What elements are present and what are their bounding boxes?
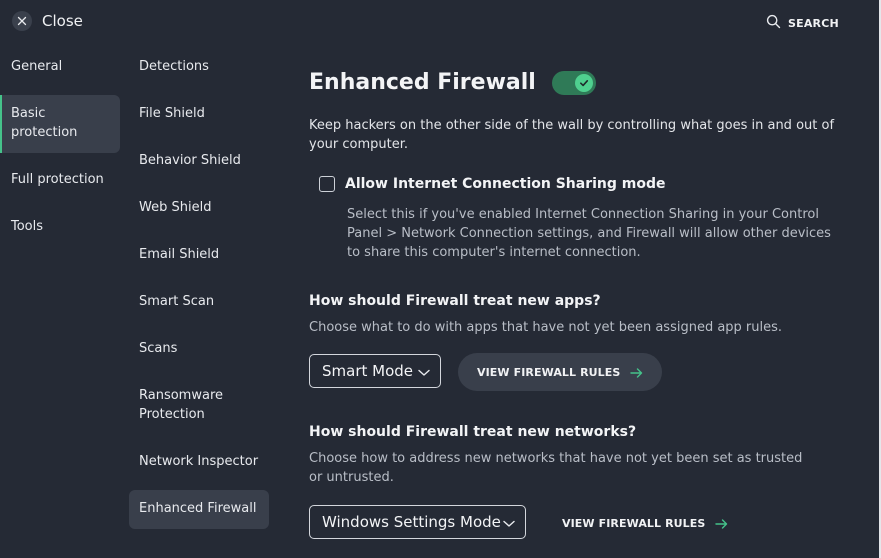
subnav-item-behavior-shield[interactable]: Behavior Shield bbox=[129, 151, 269, 170]
subnav-item-file-shield[interactable]: File Shield bbox=[129, 104, 269, 123]
subnav-item-label: Ransomware Protection bbox=[139, 388, 223, 422]
nav-item-basic-protection[interactable]: Basic protection bbox=[0, 95, 120, 153]
subnav-item-ransomware-protection[interactable]: Ransomware Protection bbox=[129, 386, 269, 424]
arrow-right-icon bbox=[715, 514, 728, 533]
close-icon bbox=[12, 11, 32, 31]
subnav-item-web-shield[interactable]: Web Shield bbox=[129, 198, 269, 217]
view-firewall-rules-link[interactable]: VIEW FIREWALL RULES bbox=[562, 513, 728, 533]
networks-section-title: How should Firewall treat new networks? bbox=[309, 424, 637, 440]
subnav-item-label: Scans bbox=[139, 341, 178, 356]
close-button[interactable]: Close bbox=[12, 11, 83, 31]
chevron-down-icon bbox=[503, 513, 515, 532]
subnav-item-email-shield[interactable]: Email Shield bbox=[129, 245, 269, 264]
apps-section-title: How should Firewall treat new apps? bbox=[309, 293, 601, 309]
networks-mode-select[interactable]: Windows Settings Mode bbox=[309, 505, 526, 539]
chevron-down-icon bbox=[418, 362, 430, 381]
nav-item-label: Tools bbox=[11, 219, 44, 234]
view-firewall-rules-label: VIEW FIREWALL RULES bbox=[477, 365, 621, 379]
page-title: Enhanced Firewall bbox=[309, 70, 536, 95]
ics-label: Allow Internet Connection Sharing mode bbox=[345, 176, 666, 192]
subnav-item-smart-scan[interactable]: Smart Scan bbox=[129, 292, 269, 311]
subnav-item-label: Web Shield bbox=[139, 200, 212, 215]
settings-window: Close SEARCH General Basic protection Fu… bbox=[0, 0, 881, 558]
subnav-item-label: File Shield bbox=[139, 106, 205, 121]
networks-mode-value: Windows Settings Mode bbox=[322, 513, 501, 531]
apps-mode-select[interactable]: Smart Mode bbox=[309, 354, 441, 388]
search-label: SEARCH bbox=[788, 17, 839, 30]
nav-item-label: General bbox=[11, 59, 63, 74]
nav-item-general[interactable]: General bbox=[0, 57, 120, 79]
nav-item-label: Basic protection bbox=[11, 106, 78, 140]
arrow-right-icon bbox=[630, 363, 643, 382]
apps-section-description: Choose what to do with apps that have no… bbox=[309, 320, 783, 335]
search-icon bbox=[766, 14, 781, 33]
checkmark-icon bbox=[574, 73, 593, 92]
subnav-item-label: Email Shield bbox=[139, 247, 220, 262]
subnav-item-network-inspector[interactable]: Network Inspector bbox=[129, 452, 269, 471]
view-firewall-rules-button[interactable]: VIEW FIREWALL RULES bbox=[458, 353, 663, 391]
title-row: Enhanced Firewall bbox=[309, 70, 596, 95]
nav-item-full-protection[interactable]: Full protection bbox=[0, 170, 120, 192]
apps-mode-value: Smart Mode bbox=[322, 362, 414, 380]
view-firewall-rules-label: VIEW FIREWALL RULES bbox=[562, 516, 706, 530]
nav-item-tools[interactable]: Tools bbox=[0, 217, 120, 239]
subnav-item-label: Network Inspector bbox=[139, 454, 259, 469]
subnav-item-label: Smart Scan bbox=[139, 294, 215, 309]
close-label: Close bbox=[42, 12, 83, 30]
ics-option: Allow Internet Connection Sharing mode bbox=[319, 176, 666, 192]
nav-item-label: Full protection bbox=[11, 172, 104, 187]
subnav-item-label: Detections bbox=[139, 59, 209, 74]
page-description: Keep hackers on the other side of the wa… bbox=[309, 118, 835, 152]
firewall-toggle[interactable] bbox=[551, 70, 596, 95]
networks-section-description: Choose how to address new networks that … bbox=[309, 451, 803, 485]
subnav-item-label: Enhanced Firewall bbox=[139, 501, 257, 516]
subnav-item-enhanced-firewall[interactable]: Enhanced Firewall bbox=[129, 490, 269, 529]
subnav-item-scans[interactable]: Scans bbox=[129, 339, 269, 358]
ics-checkbox[interactable] bbox=[319, 176, 335, 192]
ics-description: Select this if you've enabled Internet C… bbox=[347, 207, 831, 260]
search-button[interactable]: SEARCH bbox=[766, 14, 839, 33]
subnav-item-label: Behavior Shield bbox=[139, 153, 241, 168]
subnav-item-detections[interactable]: Detections bbox=[129, 57, 269, 76]
